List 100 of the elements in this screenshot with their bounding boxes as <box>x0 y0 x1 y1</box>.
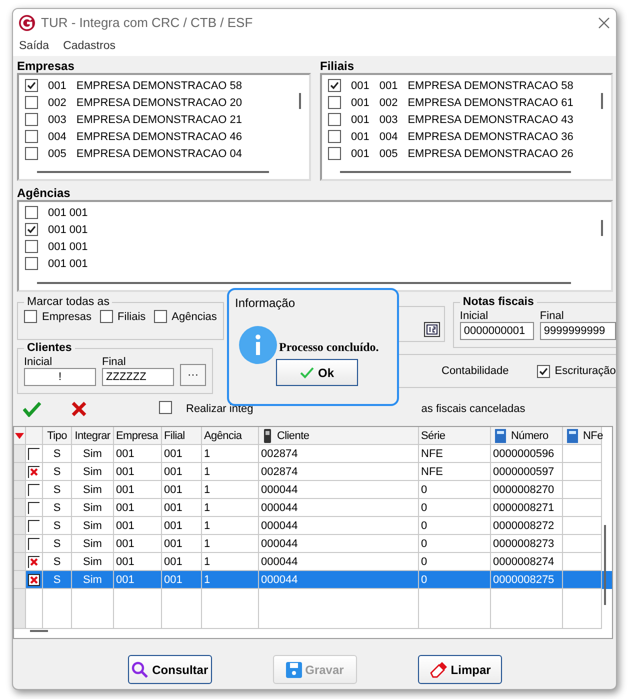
checkbox[interactable] <box>328 147 341 160</box>
checkbox[interactable] <box>25 113 38 126</box>
input-field[interactable]: 9999999999 <box>540 322 616 340</box>
group-label: Clientes <box>26 342 73 354</box>
list-item-code: 004 <box>379 130 398 142</box>
group-label: Marcar todas as <box>26 296 110 308</box>
checkbox-label: Agências <box>172 310 217 322</box>
menu-item[interactable]: Saída <box>19 40 50 52</box>
checkbox[interactable] <box>24 310 37 323</box>
table-cell <box>114 589 162 629</box>
column-header[interactable]: NFe <box>563 427 602 445</box>
list-item-code: 004 <box>48 130 66 142</box>
list-item-name: EMPRESA DEMONSTRACAO 21 <box>76 114 242 126</box>
close-icon[interactable] <box>598 16 610 28</box>
table-cell <box>419 589 491 629</box>
section-label: Empresas <box>17 60 76 73</box>
table-cell <box>563 589 602 629</box>
checkbox[interactable] <box>25 257 38 270</box>
table-cell <box>202 589 259 629</box>
list-item-code: 002 <box>379 96 398 108</box>
list-item-code: 001 <box>351 114 370 126</box>
calendar-icon[interactable] <box>424 322 440 337</box>
list-item-name: EMPRESA DEMONSTRACAO 20 <box>76 96 242 108</box>
column-header[interactable]: Filial <box>162 427 202 445</box>
checkbox[interactable] <box>328 113 341 126</box>
checkbox[interactable] <box>25 147 38 160</box>
clear-button[interactable]: Limpar <box>418 655 502 684</box>
checkbox[interactable] <box>328 130 341 143</box>
checkbox-corner-icon[interactable] <box>28 538 40 550</box>
checkbox[interactable] <box>328 96 341 109</box>
checkbox[interactable] <box>25 79 38 92</box>
list-item-code: 005 <box>379 148 398 160</box>
x-mark-icon[interactable] <box>28 556 40 568</box>
field-label: Final <box>102 356 127 368</box>
checkbox-corner-icon[interactable] <box>28 448 40 460</box>
checkbox-label: Realizar integ <box>186 403 254 415</box>
section-label: Filiais <box>320 60 356 73</box>
checkbox-corner-icon[interactable] <box>28 484 40 496</box>
scrollbar-thumb[interactable] <box>37 171 269 173</box>
column-header[interactable]: Integrar <box>72 427 114 445</box>
scrollbar-thumb[interactable] <box>604 525 606 605</box>
scrollbar-thumb[interactable] <box>30 630 48 632</box>
list-item-code: 001 <box>379 80 398 92</box>
window-title: TUR - Integra com CRC / CTB / ESF <box>41 15 254 30</box>
table-cell <box>491 589 563 629</box>
checkbox[interactable] <box>25 240 38 253</box>
table-cell <box>162 589 202 629</box>
x-mark-icon[interactable] <box>28 574 40 586</box>
checkbox[interactable] <box>100 310 113 323</box>
cancel-x-icon[interactable] <box>71 401 87 417</box>
column-header[interactable]: Agência <box>202 427 259 445</box>
column-header[interactable]: Tipo <box>43 427 72 445</box>
input-field[interactable]: ! <box>24 368 96 386</box>
list-item-name: EMPRESA DEMONSTRACAO 58 <box>408 80 574 92</box>
table-cell[interactable] <box>26 571 43 589</box>
scrollbar-thumb[interactable] <box>601 93 603 109</box>
scrollbar-thumb[interactable] <box>340 171 571 173</box>
confirm-check-icon[interactable] <box>23 401 41 417</box>
dialog-message: Processo concluído. <box>279 340 379 355</box>
checkbox[interactable] <box>25 130 38 143</box>
list-item-code: 001 001 <box>48 240 88 252</box>
scrollbar-thumb[interactable] <box>601 220 603 236</box>
checkbox-label: Escrituração <box>554 365 616 377</box>
column-header[interactable] <box>14 427 26 445</box>
column-header[interactable]: Empresa <box>114 427 162 445</box>
section-label: Agências <box>17 187 72 200</box>
checkbox[interactable] <box>25 223 38 236</box>
checkbox[interactable] <box>159 401 172 414</box>
checkbox[interactable] <box>536 364 550 378</box>
x-mark-icon[interactable] <box>28 466 40 478</box>
checkbox-label: Empresas <box>42 310 92 322</box>
input-field[interactable]: ZZZZZZ <box>102 368 174 386</box>
sort-arrow-icon[interactable] <box>15 432 24 438</box>
group-label: Notas fiscais <box>462 296 535 308</box>
scrollbar-thumb[interactable] <box>299 93 301 109</box>
field-label: Inicial <box>24 356 54 368</box>
lookup-button[interactable]: ··· <box>180 364 206 386</box>
checkbox-corner-icon[interactable] <box>28 520 40 532</box>
field-label: Final <box>540 310 565 322</box>
search-button[interactable]: Consultar <box>128 655 212 684</box>
column-header[interactable]: Cliente <box>259 427 419 445</box>
eraser-icon <box>430 662 448 678</box>
menu-item[interactable]: Cadastros <box>63 40 116 52</box>
grid-row[interactable]: S Sim 001 001 1 000044 0 0000008275 <box>14 571 612 589</box>
checkbox-corner-icon[interactable] <box>28 502 40 514</box>
column-header[interactable]: Série <box>419 427 491 445</box>
checkbox[interactable] <box>154 310 167 323</box>
checkbox[interactable] <box>25 206 38 219</box>
input-field[interactable]: 0000000001 <box>460 322 534 340</box>
checkbox[interactable] <box>25 96 38 109</box>
column-header[interactable]: Número <box>491 427 563 445</box>
ok-button[interactable]: Ok <box>276 359 358 386</box>
checkbox-label: Filiais <box>118 310 146 322</box>
scrollbar-thumb[interactable] <box>37 282 571 284</box>
table-cell <box>72 589 114 629</box>
list-item-name: EMPRESA DEMONSTRACAO 04 <box>76 148 242 160</box>
phone-icon <box>264 428 271 442</box>
checkbox[interactable] <box>328 79 341 92</box>
calculator-icon <box>495 428 506 442</box>
list-item-code: 003 <box>48 114 66 126</box>
